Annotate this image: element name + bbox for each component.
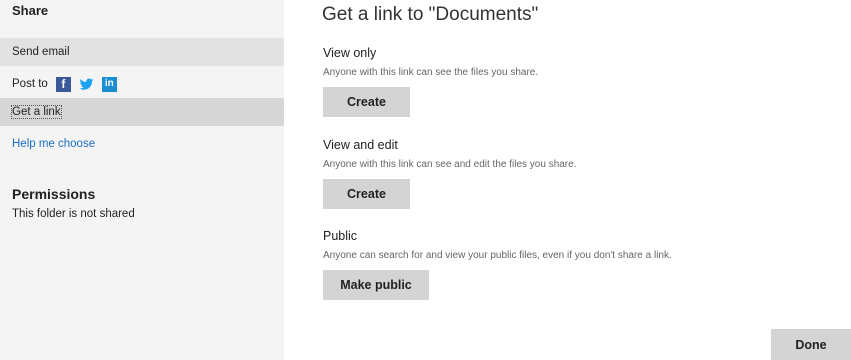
twitter-icon[interactable] bbox=[79, 77, 94, 92]
sidebar-item-send-email[interactable]: Send email bbox=[0, 38, 284, 66]
sidebar-item-get-a-link[interactable]: Get a link bbox=[0, 98, 284, 126]
permissions-status: This folder is not shared bbox=[12, 208, 135, 220]
view-and-edit-heading: View and edit bbox=[323, 138, 398, 152]
create-view-and-edit-link-button[interactable]: Create bbox=[323, 179, 410, 209]
sidebar: Share Send email Post to f in Get a link… bbox=[0, 0, 284, 360]
permissions-heading: Permissions bbox=[12, 186, 96, 202]
public-heading: Public bbox=[323, 229, 358, 243]
done-button[interactable]: Done bbox=[771, 329, 851, 360]
view-only-heading: View only bbox=[323, 46, 377, 60]
social-icons: f in bbox=[55, 76, 117, 92]
sidebar-item-post-to: Post to f in bbox=[0, 70, 284, 98]
share-heading: Share bbox=[12, 3, 49, 18]
make-public-button[interactable]: Make public bbox=[323, 270, 429, 300]
view-and-edit-description: Anyone with this link can see and edit t… bbox=[323, 159, 577, 170]
post-to-label: Post to bbox=[12, 78, 48, 90]
create-view-only-link-button[interactable]: Create bbox=[323, 87, 410, 117]
facebook-icon[interactable]: f bbox=[55, 76, 71, 92]
public-description: Anyone can search for and view your publ… bbox=[323, 250, 672, 261]
page-title: Get a link to "Documents" bbox=[322, 4, 539, 25]
view-only-description: Anyone with this link can see the files … bbox=[323, 67, 539, 78]
get-a-link-label: Get a link bbox=[11, 105, 62, 119]
linkedin-icon[interactable]: in bbox=[101, 76, 117, 92]
help-me-choose-link[interactable]: Help me choose bbox=[0, 130, 284, 158]
